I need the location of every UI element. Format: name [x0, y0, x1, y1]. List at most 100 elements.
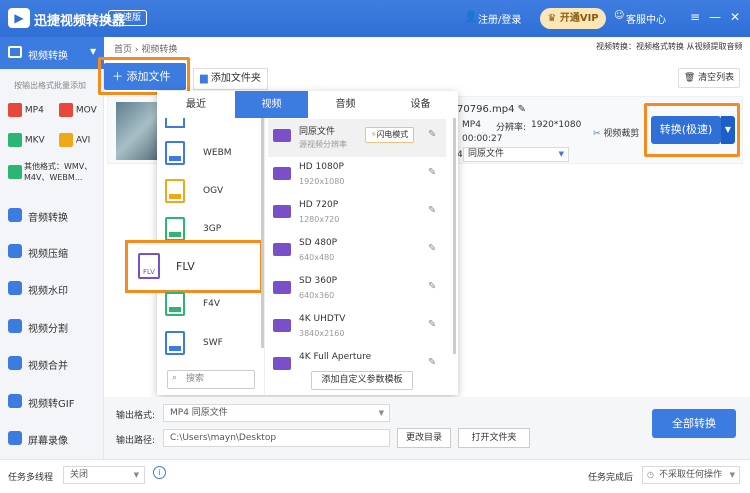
file-duration: 00:00:27 [462, 134, 503, 144]
output-format-label: 输出格式: [116, 411, 156, 421]
flash-mode-badge: ⚡闪电模式 [365, 127, 414, 143]
edit-name-icon[interactable]: ✎ [518, 104, 526, 115]
chevron-down-icon: ▼ [558, 150, 564, 158]
file-name-text: 70796.mp4 [457, 104, 515, 115]
multithread-label: 任务多线程 [8, 473, 54, 483]
other-format-icon [8, 165, 22, 179]
quality-item-4k-full-aperture[interactable]: 4K Full Aperture ✎ [268, 347, 446, 370]
sidebar-item-watermark[interactable]: 视频水印 [0, 270, 104, 306]
chevron-down-icon: ▼ [729, 471, 735, 479]
merge-icon [8, 356, 22, 370]
clear-list-button[interactable]: 🗑 清空列表 [678, 68, 740, 88]
vip-label: 开通VIP [559, 13, 599, 24]
output-path-input[interactable]: C:\Users\mayn\Desktop [163, 429, 390, 447]
edit-icon[interactable]: ✎ [428, 129, 436, 140]
quality-res: 3840x2160 [299, 329, 345, 338]
format-other-label: 其他格式：WMV、M4V、WEBM... [24, 162, 93, 182]
minimize-icon[interactable]: — [707, 9, 723, 25]
ogv-icon [165, 179, 185, 203]
trash-icon: 🗑 [683, 73, 696, 83]
chevron-down-icon: ▼ [90, 47, 97, 56]
app-logo-icon: ▶ [8, 8, 30, 28]
format-item-swf[interactable]: SWF [163, 331, 259, 361]
sidebar-item-record[interactable]: 屏幕录像 [0, 420, 104, 456]
quality-item-original[interactable]: 同原文件 源视频分辨率 ✎ [268, 119, 446, 157]
format-label: MKV [24, 135, 45, 146]
format-item-label: FLV [176, 260, 195, 273]
webm-icon [165, 141, 185, 165]
service-link[interactable]: 客服中心 [626, 11, 666, 26]
film-icon [273, 129, 291, 142]
quality-name: SD 360P [299, 276, 338, 286]
file-output-select[interactable]: 同原文件 ▼ [463, 147, 569, 162]
video-icon [8, 46, 22, 58]
format-avi[interactable]: AVI [59, 133, 90, 147]
sidebar-item-split[interactable]: 视频分割 [0, 308, 104, 344]
quality-name: HD 720P [299, 200, 339, 210]
format-mp4[interactable]: MP4 [8, 103, 44, 117]
info-icon[interactable]: i [153, 466, 166, 479]
tab-recent[interactable]: 最近 [157, 91, 235, 118]
mkv-icon [8, 133, 22, 147]
format-item-webm[interactable]: WEBM [163, 141, 259, 171]
edit-icon[interactable]: ✎ [428, 243, 436, 254]
sidebar-item-gif[interactable]: 视频转GIF [0, 383, 104, 419]
convert-fast-button[interactable]: 转换(极速) [651, 116, 721, 144]
sidebar-item-label: 屏幕录像 [28, 436, 68, 447]
add-file-button[interactable]: ＋ 添加文件 [104, 63, 186, 90]
convert-dropdown-icon[interactable]: ▼ [721, 116, 735, 144]
sidebar-item-compress[interactable]: 视频压缩 [0, 233, 104, 269]
multithread-select[interactable]: 关闭 ▼ [63, 466, 145, 484]
tab-video[interactable]: 视频 [235, 91, 308, 118]
sidebar-item-label: 音频转换 [28, 213, 68, 224]
format-item-f4v[interactable]: F4V [163, 292, 259, 322]
format-list-scrollbar[interactable] [261, 118, 264, 348]
format-item-ogv[interactable]: OGV [163, 179, 259, 209]
swf-icon [165, 331, 185, 355]
edit-icon[interactable]: ✎ [428, 281, 436, 292]
breadcrumb-home[interactable]: 首页 [114, 45, 132, 55]
add-folder-label: 添加文件夹 [210, 73, 261, 84]
format-mov[interactable]: MOV [59, 103, 97, 117]
sidebar-item-video-convert[interactable]: 视频转换 ▼ [0, 37, 104, 69]
login-link[interactable]: 注册/登录 [478, 11, 521, 26]
edit-icon[interactable]: ✎ [428, 357, 436, 368]
add-folder-button[interactable]: ▆ 添加文件夹 [193, 68, 268, 90]
output-path-label: 输出路径: [116, 436, 156, 446]
quality-item-480p[interactable]: SD 480P 640x480 ✎ [268, 233, 446, 271]
quality-item-360p[interactable]: SD 360P 640x360 ✎ [268, 271, 446, 309]
film-icon [273, 167, 291, 180]
sidebar-item-merge[interactable]: 视频合并 [0, 345, 104, 381]
plus-icon: ＋ [112, 70, 123, 83]
sidebar-item-audio[interactable]: 音频转换 [0, 197, 104, 233]
after-done-select[interactable]: ◷ 不采取任何操作 ▼ [642, 466, 740, 484]
trim-button[interactable]: ✂ 视频裁剪 [593, 126, 639, 139]
edit-icon[interactable]: ✎ [428, 319, 436, 330]
add-custom-template-button[interactable]: 添加自定义参数模板 [311, 371, 413, 390]
edit-icon[interactable]: ✎ [428, 167, 436, 178]
vip-button[interactable]: ♛ 开通VIP [540, 8, 606, 29]
menu-icon[interactable]: ≡ [687, 9, 703, 25]
output-format-select[interactable]: MP4 同原文件 ▼ [163, 404, 390, 422]
after-done-value: 不采取任何操作 [659, 470, 723, 480]
change-directory-button[interactable]: 更改目录 [397, 428, 451, 448]
format-mkv[interactable]: MKV [8, 133, 45, 147]
quality-item-1080p[interactable]: HD 1080P 1920x1080 ✎ [268, 157, 446, 195]
convert-all-button[interactable]: 全部转换 [652, 409, 736, 438]
mov-icon [59, 103, 73, 117]
open-folder-button[interactable]: 打开文件夹 [458, 428, 530, 448]
format-item-flv[interactable]: FLV FLV [125, 240, 263, 293]
quality-item-720p[interactable]: HD 720P 1280x720 ✎ [268, 195, 446, 233]
edit-icon[interactable]: ✎ [428, 205, 436, 216]
header-note: 视频转换：视频格式转换 从视频提取音频 [596, 42, 743, 51]
quality-item-4k-uhdtv[interactable]: 4K UHDTV 3840x2160 ✎ [268, 309, 446, 347]
quality-list-scrollbar[interactable] [453, 118, 456, 354]
close-icon[interactable]: ✕ [727, 9, 743, 25]
multithread-value: 关闭 [70, 470, 89, 480]
sidebar-item-label: 视频合并 [28, 361, 68, 372]
tab-audio[interactable]: 音频 [308, 91, 383, 118]
format-search-input[interactable]: 搜索 [167, 370, 255, 389]
chevron-down-icon: ▼ [133, 471, 139, 479]
tab-device[interactable]: 设备 [383, 91, 458, 118]
flash-mode-label: 闪电模式 [376, 130, 409, 139]
